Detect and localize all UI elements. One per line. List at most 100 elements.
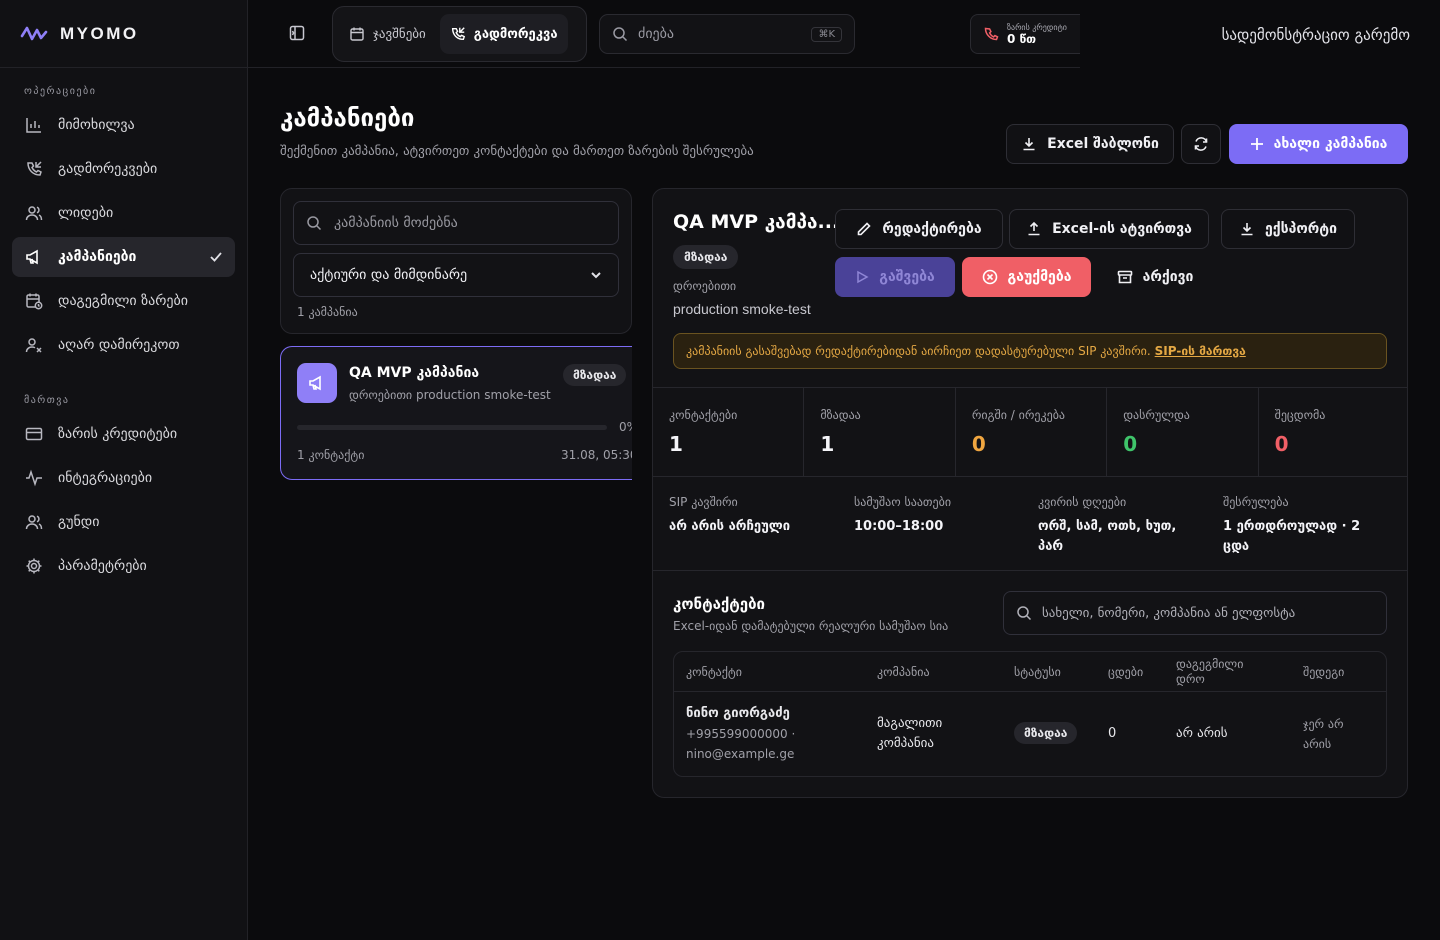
campaign-progress-label: 0% xyxy=(619,420,632,434)
team-icon xyxy=(24,512,44,532)
edit-button[interactable]: რედაქტირება xyxy=(835,209,1003,249)
column-header: ცდები xyxy=(1108,664,1144,679)
campaign-filters: კამპანიის მოძებნა აქტიური და მიმდინარე 1… xyxy=(280,188,632,334)
contact-name: ნინო გიორგაძე xyxy=(686,706,790,721)
archive-label: არქივი xyxy=(1142,269,1194,285)
status-filter-select[interactable]: აქტიური და მიმდინარე xyxy=(293,253,619,297)
chevron-down-icon xyxy=(590,269,602,281)
contacts-search-input[interactable]: სახელი, ნომერი, კომპანია ან ელფოსტა xyxy=(1003,591,1387,635)
excel-template-label: Excel შაბლონი xyxy=(1047,136,1159,152)
nav-item-scheduled-calls[interactable]: დაგეგმილი ზარები xyxy=(12,281,235,321)
column-header: კომპანია xyxy=(877,664,930,679)
contact-phone: +995599000000 · xyxy=(686,727,796,741)
campaign-description: დროებითი production smoke-test xyxy=(349,388,551,402)
stat-errors: შეცდომა 0 xyxy=(1259,388,1407,476)
users-icon xyxy=(24,203,44,223)
nav-item-label: კამპანიები xyxy=(58,249,137,265)
contacts-search-placeholder: სახელი, ნომერი, კომპანია ან ელფოსტა xyxy=(1042,605,1296,621)
nav-item-label: გადმორეკვები xyxy=(58,161,158,177)
stat-label: კონტაქტები xyxy=(669,408,738,422)
brand[interactable]: MYOMO xyxy=(0,0,247,68)
upload-icon xyxy=(1026,221,1042,237)
new-campaign-button[interactable]: ახალი კამპანია xyxy=(1229,124,1408,164)
contact-status-badge: მზადაა xyxy=(1014,722,1078,744)
excel-template-button[interactable]: Excel შაბლონი xyxy=(1006,124,1174,164)
meta-days: კვირის დღეები ორშ, სამ, ოთხ, ხუთ, პარ xyxy=(1038,495,1203,557)
excel-import-button[interactable]: Excel-ის ატვირთვა xyxy=(1009,209,1209,249)
export-button[interactable]: ექსპორტი xyxy=(1221,209,1355,249)
call-credit-balance[interactable]: ზარის კრედიტი 0 წთ xyxy=(970,14,1080,54)
contact-status-cell: მზადაა xyxy=(1014,722,1078,744)
contact-email: nino@example.ge xyxy=(686,747,795,761)
nav-item-label: ინტეგრაციები xyxy=(58,470,153,486)
stat-value: 0 xyxy=(1274,432,1289,456)
nav-item-leads[interactable]: ლიდები xyxy=(12,193,235,233)
refresh-icon xyxy=(1193,136,1209,152)
detail-status-badge: მზადაა xyxy=(673,245,739,269)
nav-item-settings[interactable]: პარამეტრები xyxy=(12,546,235,586)
sidebar-toggle-icon[interactable] xyxy=(288,24,310,46)
meta-hours: სამუშაო საათები 10:00–18:00 xyxy=(854,495,1024,537)
refresh-button[interactable] xyxy=(1181,124,1221,164)
campaign-list-item[interactable]: QA MVP კამპანია დროებითი production smok… xyxy=(280,346,632,480)
megaphone-icon xyxy=(297,363,337,403)
tab-callbacks[interactable]: გადმორეკვა xyxy=(439,14,568,54)
nav-item-call-credits[interactable]: ზარის კრედიტები xyxy=(12,414,235,454)
nav-section-operations: ოპერაციები xyxy=(24,86,97,97)
campaign-progress-bar xyxy=(297,425,607,430)
nav-item-integrations[interactable]: ინტეგრაციები xyxy=(12,458,235,498)
user-x-icon xyxy=(24,335,44,355)
column-header: სტატუსი xyxy=(1014,664,1061,679)
global-search-input[interactable]: ძიება ⌘K xyxy=(599,14,855,54)
stat-completed: დასრულდა 0 xyxy=(1107,388,1259,476)
tab-orders[interactable]: ჯავშნები xyxy=(339,14,436,54)
meta-label: SIP კავშირი xyxy=(669,495,738,509)
meta-label: სამუშაო საათები xyxy=(854,495,952,509)
nav-item-do-not-call[interactable]: აღარ დამირეკოთ xyxy=(12,325,235,365)
nav-item-label: პარამეტრები xyxy=(58,558,147,574)
status-filter-value: აქტიური და მიმდინარე xyxy=(310,267,468,283)
launch-button[interactable]: გაშვება xyxy=(835,257,955,297)
nav-item-team[interactable]: გუნდი xyxy=(12,502,235,542)
environment-label: სადემონსტრაციო გარემო xyxy=(1221,26,1410,44)
brand-name: MYOMO xyxy=(60,23,139,43)
campaign-detail-panel: QA MVP კამპა... მზადაა დროებითი producti… xyxy=(652,188,1408,798)
contact-scheduled: არ არის xyxy=(1176,726,1228,741)
download-icon xyxy=(1021,136,1037,152)
sip-warning-banner: კამპანიის გასაშვებად რედაქტირებიდან აირჩ… xyxy=(673,333,1387,369)
search-icon xyxy=(612,26,628,42)
activity-icon xyxy=(24,468,44,488)
phone-credit-icon xyxy=(983,26,999,42)
search-icon xyxy=(1016,605,1032,621)
calendar-icon xyxy=(349,26,365,42)
column-header: კონტაქტი xyxy=(686,664,742,679)
campaign-name: QA MVP კამპანია xyxy=(349,365,480,381)
stat-contacts: კონტაქტები 1 xyxy=(653,388,805,476)
global-search-placeholder: ძიება xyxy=(638,26,675,42)
sip-manage-link[interactable]: SIP-ის მართვა xyxy=(1155,344,1246,358)
contact-attempts: 0 xyxy=(1108,726,1117,741)
meta-value: 10:00–18:00 xyxy=(854,519,944,534)
nav-item-callbacks[interactable]: გადმორეკვები xyxy=(12,149,235,189)
nav-item-label: მიმოხილვა xyxy=(58,117,135,133)
detail-title: QA MVP კამპა... xyxy=(673,211,840,233)
contact-result: ჯერ არ არის xyxy=(1303,717,1344,751)
nav-item-label: აღარ დამირეკოთ xyxy=(58,337,180,353)
campaign-search-input[interactable]: კამპანიის მოძებნა xyxy=(293,201,619,245)
archive-button[interactable]: არქივი xyxy=(1103,257,1207,297)
cancel-campaign-label: გაუქმება xyxy=(1007,269,1072,285)
nav-item-campaigns[interactable]: კამპანიები xyxy=(12,237,235,277)
meta-value: არ არის არჩეული xyxy=(669,519,791,534)
stat-queued: რიგში / ირეკება 0 xyxy=(956,388,1108,476)
launch-label: გაშვება xyxy=(879,269,935,285)
cancel-campaign-button[interactable]: გაუქმება xyxy=(962,257,1091,297)
stats-row: კონტაქტები 1 მზადაა 1 რიგში / ირეკება 0 … xyxy=(653,387,1407,477)
nav-item-overview[interactable]: მიმოხილვა xyxy=(12,105,235,145)
plus-icon xyxy=(1250,137,1264,151)
credit-card-icon xyxy=(24,424,44,444)
balance-label: ზარის კრედიტი xyxy=(1007,22,1067,32)
nav-item-label: ზარის კრედიტები xyxy=(58,426,178,442)
contacts-table: კონტაქტი კომპანია სტატუსი ცდები დაგეგმილ… xyxy=(673,651,1387,777)
column-header: შედეგი xyxy=(1303,664,1345,679)
stat-value: 0 xyxy=(1123,432,1138,456)
